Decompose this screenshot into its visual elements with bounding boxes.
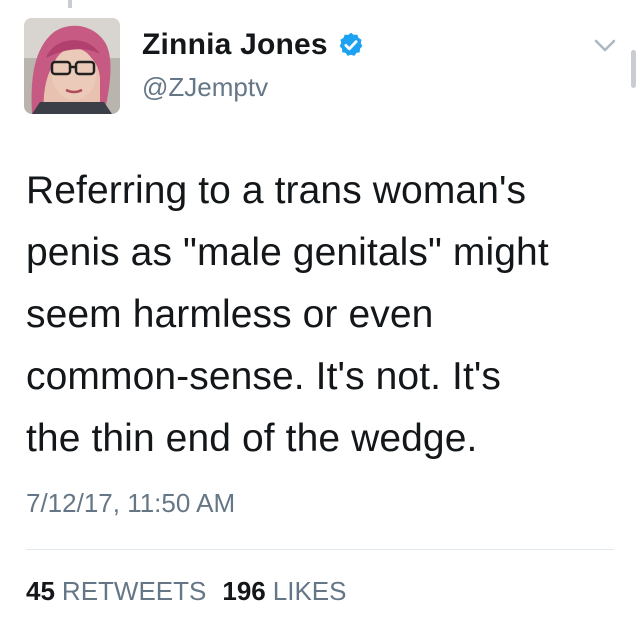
likes-count: 196 xyxy=(222,576,266,606)
tweet-timestamp[interactable]: 7/12/17, 11:50 AM xyxy=(26,488,235,519)
user-handle[interactable]: @ZJemptv xyxy=(142,72,268,103)
tweet-text-line: seem harmless or even xyxy=(26,293,434,336)
scroll-indicator-top xyxy=(68,0,72,8)
user-name-row[interactable]: Zinnia Jones xyxy=(142,28,365,62)
retweets-stat[interactable]: 45 RETWEETS xyxy=(26,576,206,607)
retweets-count: 45 xyxy=(26,576,55,606)
likes-stat[interactable]: 196 LIKES xyxy=(222,576,346,607)
tweet-text-line: penis as "male genitals" might xyxy=(26,231,549,274)
avatar[interactable] xyxy=(24,18,120,114)
tweet-text: Referring to a trans woman's penis as "m… xyxy=(26,160,626,470)
divider xyxy=(26,549,614,550)
likes-label: LIKES xyxy=(272,576,347,606)
tweet-text-line: common-sense. It's not. It's xyxy=(26,355,502,398)
display-name[interactable]: Zinnia Jones xyxy=(142,28,328,62)
avatar-image xyxy=(24,18,120,114)
verified-badge-icon xyxy=(339,32,363,56)
chevron-down-icon[interactable] xyxy=(594,38,616,54)
tweet-text-line: Referring to a trans woman's xyxy=(26,169,527,212)
scrollbar[interactable] xyxy=(631,50,636,88)
tweet-text-line: the thin end of the wedge. xyxy=(26,417,478,460)
tweet-stats: 45 RETWEETS 196 LIKES xyxy=(26,576,362,607)
retweets-label: RETWEETS xyxy=(61,576,207,606)
